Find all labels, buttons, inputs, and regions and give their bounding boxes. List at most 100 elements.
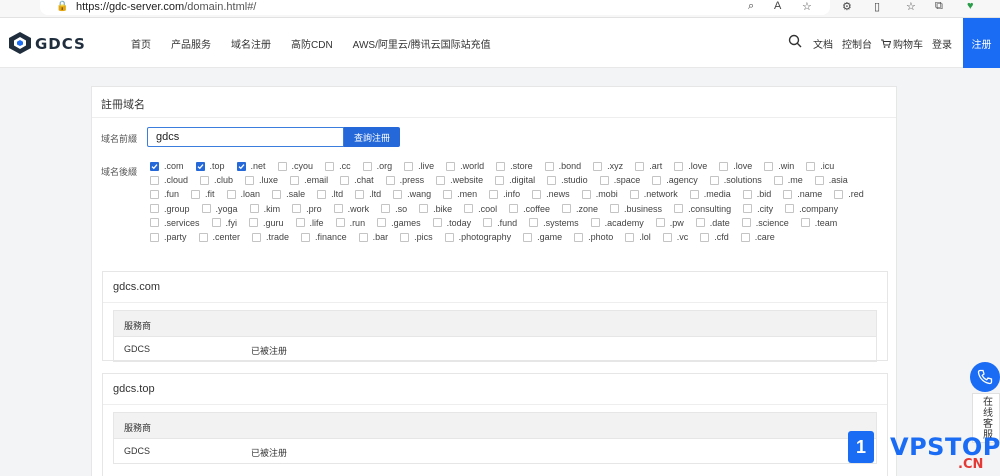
tld-option[interactable]: .photo — [574, 230, 613, 244]
checkbox[interactable] — [740, 232, 750, 242]
checkbox[interactable] — [249, 204, 259, 214]
checkbox[interactable] — [249, 218, 259, 228]
tld-option[interactable]: .bid — [742, 187, 771, 201]
tld-option[interactable]: .loan — [226, 187, 260, 201]
tld-option[interactable]: .studio — [547, 173, 588, 187]
checkbox[interactable] — [191, 189, 201, 199]
tld-option[interactable]: .love — [719, 159, 752, 173]
checkbox[interactable] — [599, 175, 609, 185]
tld-option[interactable]: .pro — [292, 202, 322, 216]
tld-option[interactable]: .org — [362, 159, 392, 173]
checkbox[interactable] — [483, 218, 493, 228]
tld-option[interactable]: .mobi — [581, 187, 618, 201]
tld-option[interactable]: .email — [290, 173, 328, 187]
domain-prefix-input[interactable] — [147, 127, 344, 147]
checkbox[interactable] — [495, 175, 505, 185]
checkbox[interactable] — [509, 204, 519, 214]
tld-option[interactable]: .net — [236, 159, 266, 173]
tld-option[interactable]: .agency — [652, 173, 698, 187]
collections-icon[interactable]: ⧉ — [935, 0, 943, 13]
tld-option[interactable]: .men — [443, 187, 477, 201]
checkbox[interactable] — [464, 204, 474, 214]
register-button[interactable]: 注册 — [963, 18, 1000, 68]
tld-option[interactable]: .games — [377, 216, 421, 230]
checkbox[interactable] — [625, 232, 635, 242]
checkbox[interactable] — [783, 189, 793, 199]
checkbox[interactable] — [814, 175, 824, 185]
nav-cdn[interactable]: 高防CDN — [291, 36, 333, 51]
tld-option[interactable]: .services — [150, 216, 200, 230]
tld-option[interactable]: .asia — [814, 173, 848, 187]
query-register-button[interactable]: 查詢注冊 — [344, 127, 400, 147]
tld-option[interactable]: .solutions — [709, 173, 762, 187]
checkbox[interactable] — [593, 161, 603, 171]
checkbox[interactable] — [211, 218, 221, 228]
tld-option[interactable]: .space — [599, 173, 640, 187]
checkbox[interactable] — [419, 204, 429, 214]
login-link[interactable]: 登录 — [932, 36, 952, 51]
checkbox[interactable] — [404, 161, 414, 171]
tld-option[interactable]: .cool — [464, 202, 497, 216]
tld-option[interactable]: .win — [764, 159, 794, 173]
checkbox[interactable] — [742, 189, 752, 199]
url-text[interactable]: https://gdc-server.com/domain.html#/ — [76, 1, 256, 13]
tld-option[interactable]: .cloud — [150, 173, 188, 187]
tld-option[interactable]: .bond — [544, 159, 581, 173]
tld-option[interactable]: .pw — [655, 216, 684, 230]
checkbox[interactable] — [201, 204, 211, 214]
lock-icon[interactable]: 🔒 — [56, 1, 68, 12]
checkbox[interactable] — [150, 218, 159, 228]
tld-option[interactable]: .network — [629, 187, 678, 201]
tld-option[interactable]: .red — [834, 187, 864, 201]
tld-option[interactable]: .consulting — [674, 202, 731, 216]
tld-option[interactable]: .world — [446, 159, 484, 173]
tld-option[interactable]: .cyou — [277, 159, 313, 173]
checkbox[interactable] — [635, 161, 645, 171]
tld-option[interactable]: .systems — [529, 216, 579, 230]
chat-phone-button[interactable] — [970, 362, 1000, 392]
checkbox[interactable] — [200, 175, 210, 185]
checkbox[interactable] — [335, 218, 345, 228]
tld-option[interactable]: .fyi — [211, 216, 237, 230]
tld-option[interactable]: .trade — [252, 230, 289, 244]
address-bar[interactable]: 🔒 https://gdc-server.com/domain.html#/ — [40, 0, 830, 15]
checkbox[interactable] — [325, 161, 335, 171]
tld-option[interactable]: .fun — [150, 187, 179, 201]
tld-option[interactable]: .info — [489, 187, 520, 201]
tld-option[interactable]: .media — [689, 187, 731, 201]
checkbox[interactable] — [317, 189, 327, 199]
tld-option[interactable]: .coffee — [509, 202, 550, 216]
cart-link[interactable]: 购物车 — [881, 36, 923, 51]
tld-option[interactable]: .lol — [625, 230, 651, 244]
checkbox[interactable] — [629, 189, 639, 199]
checkbox[interactable] — [695, 218, 705, 228]
checkbox[interactable] — [393, 189, 403, 199]
checkbox[interactable] — [489, 189, 499, 199]
tld-option[interactable]: .guru — [249, 216, 284, 230]
checkbox[interactable] — [340, 175, 350, 185]
checkbox[interactable] — [400, 232, 410, 242]
tld-option[interactable]: .company — [785, 202, 838, 216]
docs-link[interactable]: 文档 — [813, 36, 833, 51]
heart-extension-icon[interactable]: ♥ — [967, 0, 974, 12]
checkbox[interactable] — [381, 204, 391, 214]
checkbox[interactable] — [652, 175, 662, 185]
tld-option[interactable]: .club — [200, 173, 233, 187]
checkbox[interactable] — [529, 218, 539, 228]
checkbox[interactable] — [245, 175, 255, 185]
checkbox[interactable] — [581, 189, 591, 199]
tld-option[interactable]: .team — [800, 216, 837, 230]
checkbox-checked[interactable] — [236, 161, 246, 171]
checkbox[interactable] — [662, 232, 672, 242]
checkbox[interactable] — [333, 204, 343, 214]
checkbox[interactable] — [800, 218, 810, 228]
checkbox[interactable] — [443, 189, 453, 199]
tld-option[interactable]: .work — [333, 202, 369, 216]
checkbox[interactable] — [674, 161, 684, 171]
checkbox[interactable] — [252, 232, 262, 242]
checkbox[interactable] — [547, 175, 557, 185]
console-link[interactable]: 控制台 — [842, 36, 872, 51]
tld-option[interactable]: .art — [635, 159, 662, 173]
tld-option[interactable]: .fund — [483, 216, 517, 230]
nav-products[interactable]: 产品服务 — [171, 36, 211, 51]
